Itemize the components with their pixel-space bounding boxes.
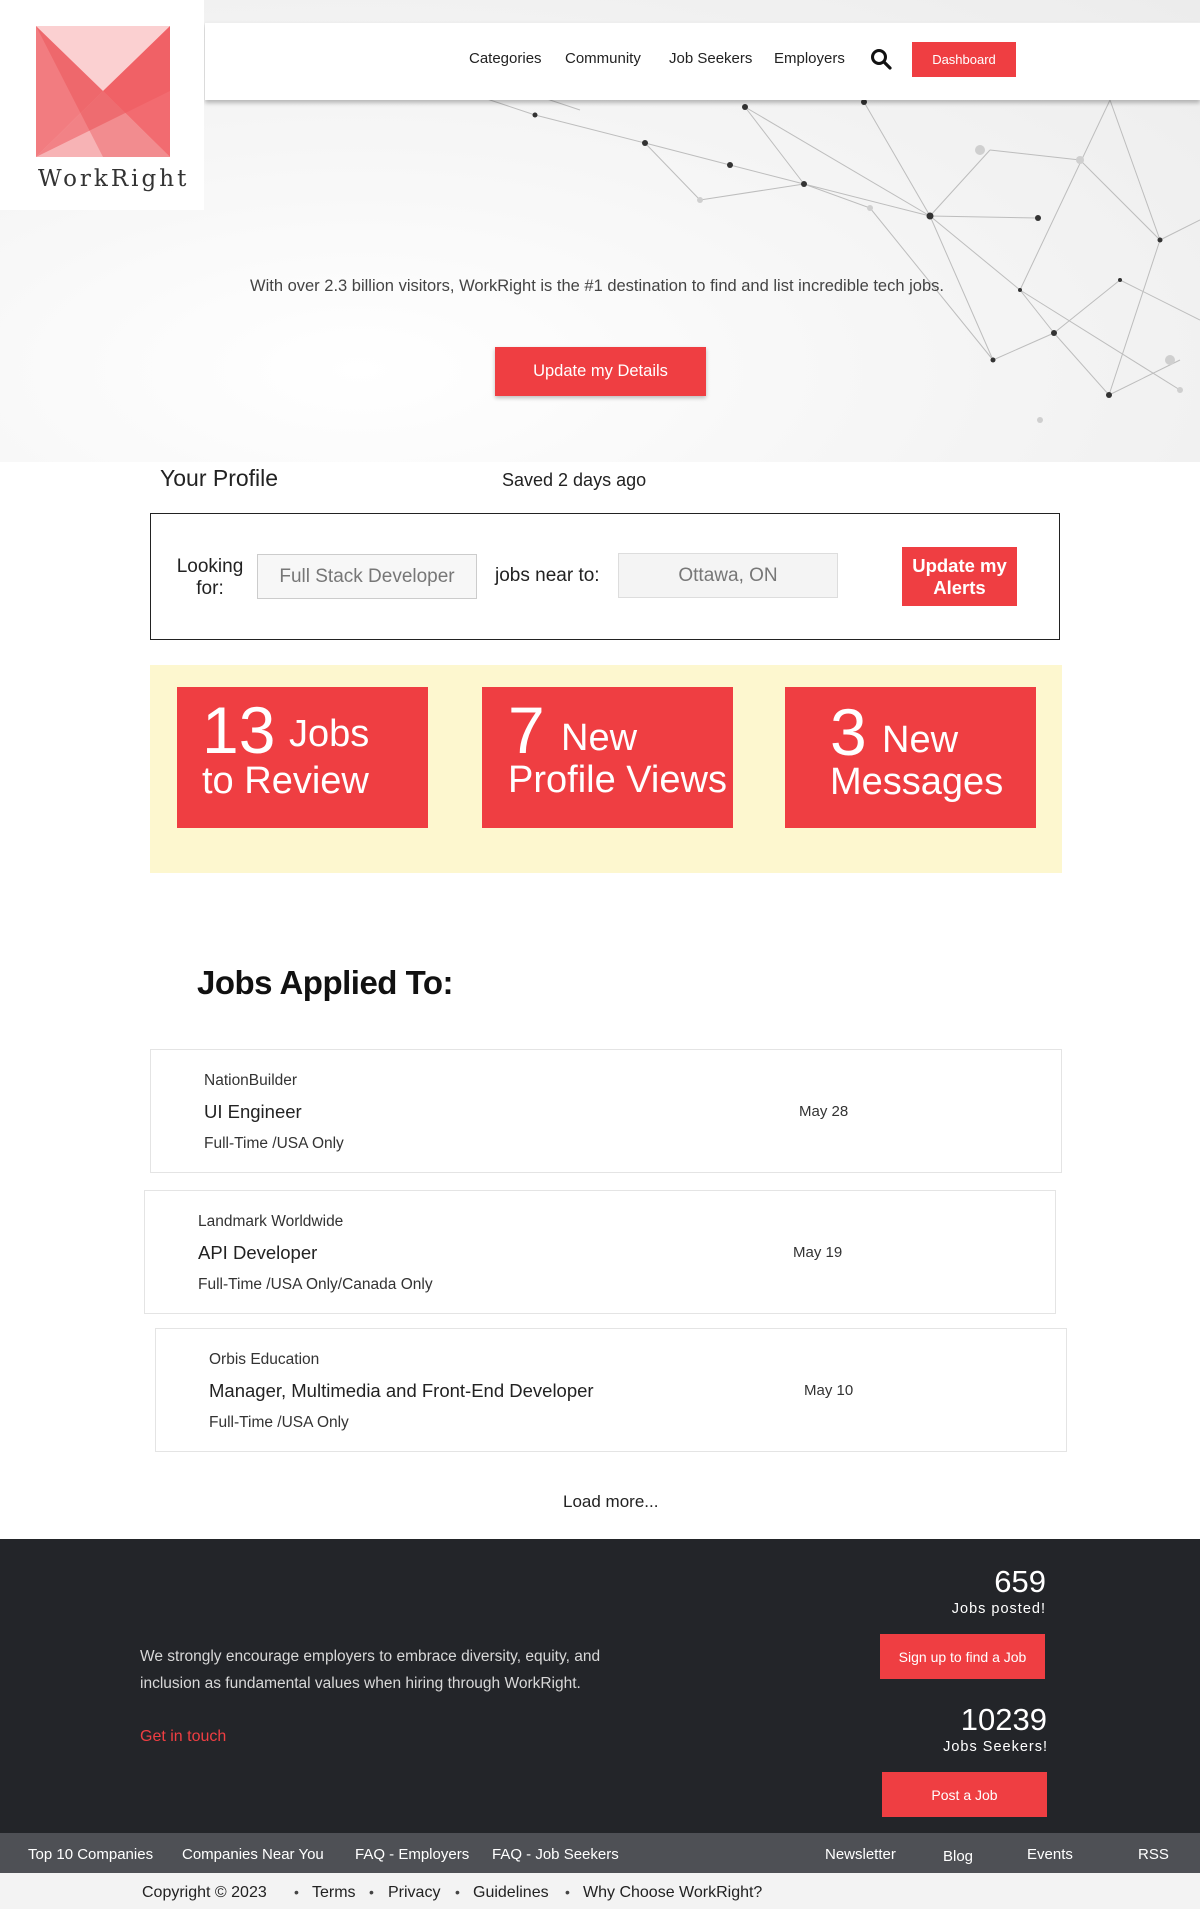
link-blog[interactable]: Blog <box>943 1848 973 1865</box>
stat-word: New <box>561 717 638 759</box>
jobs-posted-label: Jobs posted! <box>951 1601 1046 1617</box>
stat-jobs-to-review[interactable]: 13 Jobs to Review <box>177 687 428 828</box>
job-company: Orbis Education <box>209 1351 320 1368</box>
copyright-text: Copyright © 2023 <box>142 1884 267 1901</box>
separator-dot: • <box>294 1884 299 1900</box>
link-top-companies[interactable]: Top 10 Companies <box>28 1846 153 1863</box>
search-icon[interactable] <box>870 48 892 70</box>
job-meta: Full-Time /USA Only <box>204 1135 344 1152</box>
logo-mark <box>36 26 170 157</box>
link-rss[interactable]: RSS <box>1138 1846 1169 1863</box>
job-title[interactable]: API Developer <box>198 1242 317 1264</box>
link-companies-near[interactable]: Companies Near You <box>182 1846 324 1863</box>
link-why-choose[interactable]: Why Choose WorkRight? <box>583 1884 762 1902</box>
nav-community[interactable]: Community <box>565 50 641 67</box>
separator-dot: • <box>369 1884 374 1900</box>
job-card[interactable]: Orbis Education Manager, Multimedia and … <box>155 1328 1067 1452</box>
hero-tagline: With over 2.3 billion visitors, WorkRigh… <box>250 277 944 295</box>
link-terms[interactable]: Terms <box>312 1884 356 1902</box>
looking-for-label: Looking for: <box>176 556 244 599</box>
dashboard-button[interactable]: Dashboard <box>912 42 1016 77</box>
job-date: May 10 <box>804 1382 854 1399</box>
load-more-link[interactable]: Load more... <box>563 1492 658 1512</box>
post-job-button[interactable]: Post a Job <box>882 1772 1047 1817</box>
link-newsletter[interactable]: Newsletter <box>825 1846 896 1863</box>
jobs-applied-heading: Jobs Applied To: <box>197 964 453 1001</box>
stat-word: New <box>882 719 959 761</box>
get-in-touch-link[interactable]: Get in touch <box>140 1728 226 1746</box>
profile-title: Your Profile <box>160 465 279 491</box>
nav-categories[interactable]: Categories <box>469 50 542 67</box>
signup-find-job-button[interactable]: Sign up to find a Job <box>880 1634 1045 1679</box>
nav-job-seekers[interactable]: Job Seekers <box>669 50 752 67</box>
stat-caption: to Review <box>202 760 369 802</box>
update-alerts-button[interactable]: Update my Alerts <box>902 547 1017 606</box>
stat-number: 13 <box>202 693 276 767</box>
stat-number: 7 <box>508 693 545 767</box>
role-input[interactable]: Full Stack Developer <box>257 554 477 599</box>
separator-dot: • <box>565 1884 570 1900</box>
stat-caption: Profile Views <box>508 759 727 801</box>
job-date: May 19 <box>793 1244 843 1261</box>
jobs-near-label: jobs near to: <box>495 565 600 586</box>
job-meta: Full-Time /USA Only <box>209 1414 349 1431</box>
network-graphic <box>459 90 1200 423</box>
job-company: Landmark Worldwide <box>198 1213 344 1230</box>
job-seekers-count: 10239 <box>960 1702 1047 1737</box>
footer-diversity-text: We strongly encourage employers to embra… <box>140 1648 601 1692</box>
job-card[interactable]: Landmark Worldwide API Developer Full-Ti… <box>144 1190 1056 1314</box>
stat-new-messages[interactable]: 3 New Messages <box>785 687 1036 828</box>
job-title[interactable]: Manager, Multimedia and Front-End Develo… <box>209 1380 594 1402</box>
link-privacy[interactable]: Privacy <box>388 1884 440 1902</box>
job-seekers-label: Jobs Seekers! <box>943 1739 1048 1755</box>
saved-status: Saved 2 days ago <box>502 470 647 490</box>
job-meta: Full-Time /USA Only/Canada Only <box>198 1276 433 1293</box>
stat-word: Jobs <box>289 713 370 755</box>
job-card[interactable]: NationBuilder UI Engineer Full-Time /USA… <box>150 1049 1062 1173</box>
link-guidelines[interactable]: Guidelines <box>473 1884 549 1902</box>
stat-caption: Messages <box>830 761 1004 803</box>
stat-number: 3 <box>830 695 867 769</box>
link-faq-job-seekers[interactable]: FAQ - Job Seekers <box>492 1846 619 1863</box>
separator-dot: • <box>455 1884 460 1900</box>
job-company: NationBuilder <box>204 1072 298 1089</box>
nav-employers[interactable]: Employers <box>774 50 845 67</box>
jobs-posted-count: 659 <box>994 1564 1046 1599</box>
link-events[interactable]: Events <box>1027 1846 1073 1863</box>
logo-wordmark: WorkRight <box>38 166 190 192</box>
logo[interactable]: WorkRight <box>0 0 204 210</box>
update-details-button[interactable]: Update my Details <box>495 347 706 396</box>
job-title[interactable]: UI Engineer <box>204 1101 302 1123</box>
stat-profile-views[interactable]: 7 New Profile Views <box>482 687 733 828</box>
job-date: May 28 <box>799 1103 849 1120</box>
link-faq-employers[interactable]: FAQ - Employers <box>355 1846 469 1863</box>
location-input[interactable]: Ottawa, ON <box>618 553 838 598</box>
